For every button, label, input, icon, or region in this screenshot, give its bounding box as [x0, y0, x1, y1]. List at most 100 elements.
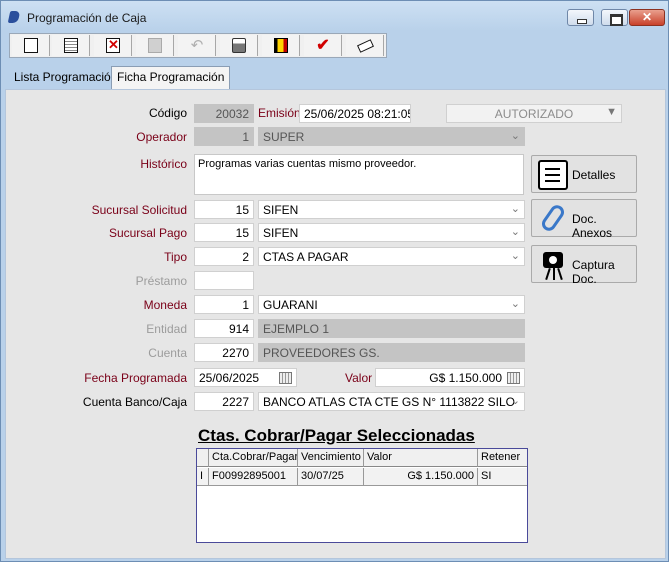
- chevron-down-icon: ⌄: [510, 203, 520, 215]
- grid-header-valor[interactable]: Valor: [364, 449, 478, 467]
- undo-icon: ↶: [190, 37, 204, 54]
- tab-lista-programacion[interactable]: Lista Programación: [9, 67, 122, 89]
- fecha-programada-value: 25/06/2025: [199, 371, 260, 385]
- entidad-code-field[interactable]: 914: [194, 319, 254, 338]
- sucursal-solicitud-code-field[interactable]: 15: [194, 200, 254, 219]
- chevron-down-icon: ⌄: [510, 250, 520, 262]
- codigo-field: 20032: [194, 104, 254, 123]
- fecha-programada-label: Fecha Programada: [84, 371, 187, 385]
- moneda-code-field[interactable]: 1: [194, 295, 254, 314]
- sucursal-solicitud-label: Sucursal Solicitud: [91, 203, 187, 217]
- operador-select: SUPER ⌄: [258, 127, 525, 146]
- tipo-name: CTAS A PAGAR: [263, 250, 349, 264]
- calendar-icon[interactable]: [279, 372, 292, 384]
- camera-tripod-icon: [538, 250, 568, 281]
- row-retener: SI: [481, 470, 492, 482]
- chevron-down-icon: ⌄: [510, 130, 520, 142]
- detalles-button[interactable]: Detalles: [531, 155, 637, 193]
- sucursal-pago-name: SIFEN: [263, 226, 299, 240]
- app-logo-icon: [7, 11, 21, 23]
- chevron-down-icon: ⌄: [510, 226, 520, 238]
- tipo-code-field[interactable]: 2: [194, 247, 254, 266]
- delete-document-icon: [106, 37, 120, 53]
- printer-icon: [232, 38, 246, 53]
- valor-field[interactable]: G$ 1.150.000: [375, 368, 525, 387]
- operador-label: Operador: [136, 130, 187, 144]
- close-window-button[interactable]: ✕: [629, 9, 665, 26]
- valor-label: Valor: [345, 371, 373, 385]
- sucursal-solicitud-select[interactable]: SIFEN ⌄: [258, 200, 525, 219]
- copy-document-icon: [64, 38, 78, 53]
- sucursal-pago-select[interactable]: SIFEN ⌄: [258, 223, 525, 242]
- confirm-button[interactable]: ✔: [304, 35, 342, 56]
- save-disk-icon: [148, 38, 162, 53]
- tipo-select[interactable]: CTAS A PAGAR ⌄: [258, 247, 525, 266]
- emision-field[interactable]: 25/06/2025 08:21:05: [299, 104, 411, 123]
- selected-accounts-grid[interactable]: Cta.Cobrar/Pagar Vencimiento Valor Reten…: [196, 448, 528, 543]
- operador-code-field: 1: [194, 127, 254, 146]
- row-vencimiento: 30/07/25: [298, 468, 364, 486]
- chevron-down-icon: ⌄: [510, 395, 520, 407]
- toolbar: ↶ ✔: [9, 33, 387, 58]
- cuenta-code-field[interactable]: 2270: [194, 343, 254, 362]
- cuenta-banco-select[interactable]: BANCO ATLAS CTA CTE GS N° 1113822 SILO ⌄: [258, 392, 525, 411]
- selected-accounts-title: Ctas. Cobrar/Pagar Seleccionadas: [198, 426, 475, 445]
- moneda-name: GUARANI: [263, 298, 318, 312]
- paperclip-icon: [539, 202, 567, 234]
- doc-anexos-button[interactable]: Doc. Anexos: [531, 199, 637, 240]
- undo-button[interactable]: ↶: [178, 35, 216, 56]
- doc-anexos-label: Doc. Anexos: [572, 212, 613, 240]
- calculator-icon[interactable]: [507, 372, 520, 384]
- cuenta-banco-name: BANCO ATLAS CTA CTE GS N° 1113822 SILO: [263, 395, 516, 409]
- sucursal-solicitud-name: SIFEN: [263, 203, 299, 217]
- moneda-label: Moneda: [143, 298, 187, 312]
- sucursal-pago-label: Sucursal Pago: [108, 226, 187, 240]
- title-bar: Programación de Caja ✕: [1, 1, 668, 31]
- cuenta-label: Cuenta: [148, 346, 187, 360]
- fecha-programada-field[interactable]: 25/06/2025: [194, 368, 297, 387]
- moneda-select[interactable]: GUARANI ⌄: [258, 295, 525, 314]
- captura-doc-button[interactable]: Captura Doc.: [531, 245, 637, 286]
- window-title: Programación de Caja: [27, 11, 147, 25]
- estado-select[interactable]: AUTORIZADO ▼: [446, 104, 622, 123]
- chevron-down-icon: ⌄: [510, 298, 520, 310]
- grid-header-marker: [197, 449, 209, 467]
- delete-button[interactable]: [94, 35, 132, 56]
- entidad-name-field: EJEMPLO 1: [258, 319, 525, 338]
- operador-name: SUPER: [263, 130, 305, 144]
- cuenta-banco-label: Cuenta Banco/Caja: [82, 395, 187, 409]
- tipo-label: Tipo: [164, 250, 187, 264]
- captura-doc-label: Captura Doc.: [572, 258, 615, 286]
- new-document-icon: [24, 38, 38, 53]
- save-button[interactable]: [136, 35, 174, 56]
- close-icon: ✕: [641, 10, 653, 24]
- tab-ficha-programacion[interactable]: Ficha Programación: [111, 66, 231, 89]
- print-button[interactable]: [220, 35, 258, 56]
- grid-header-retener[interactable]: Retener: [478, 449, 527, 467]
- row-marker: I: [197, 468, 209, 486]
- grid-header-vencimiento[interactable]: Vencimiento: [298, 449, 364, 467]
- row-cta: F00992895001: [209, 468, 298, 486]
- maximize-button[interactable]: [601, 9, 628, 26]
- eraser-icon: [357, 39, 374, 53]
- chevron-down-icon: ▼: [606, 106, 617, 118]
- sucursal-pago-code-field[interactable]: 15: [194, 223, 254, 242]
- app-window: Programación de Caja ✕ ↶ ✔ Lista Program…: [0, 0, 669, 562]
- prestamo-field[interactable]: [194, 271, 254, 290]
- minimize-button[interactable]: [567, 9, 594, 26]
- clear-button[interactable]: [346, 35, 384, 56]
- exit-door-icon: [274, 38, 288, 53]
- tab-strip: Lista Programación Ficha Programación: [5, 66, 665, 89]
- exit-button[interactable]: [262, 35, 300, 56]
- emision-label: Emisión: [258, 106, 301, 120]
- grid-header-cta[interactable]: Cta.Cobrar/Pagar: [209, 449, 298, 467]
- valor-value: G$ 1.150.000: [429, 371, 502, 385]
- historico-label: Histórico: [140, 157, 187, 171]
- grid-header: Cta.Cobrar/Pagar Vencimiento Valor Reten…: [197, 449, 527, 467]
- historico-textarea[interactable]: Programas varias cuentas mismo proveedor…: [194, 154, 524, 195]
- cuenta-banco-code-field[interactable]: 2227: [194, 392, 254, 411]
- table-row[interactable]: I F00992895001 30/07/25 G$ 1.150.000 SI: [197, 468, 527, 486]
- detalles-label: Detalles: [572, 168, 616, 182]
- new-button[interactable]: [12, 35, 50, 56]
- copy-button[interactable]: [52, 35, 90, 56]
